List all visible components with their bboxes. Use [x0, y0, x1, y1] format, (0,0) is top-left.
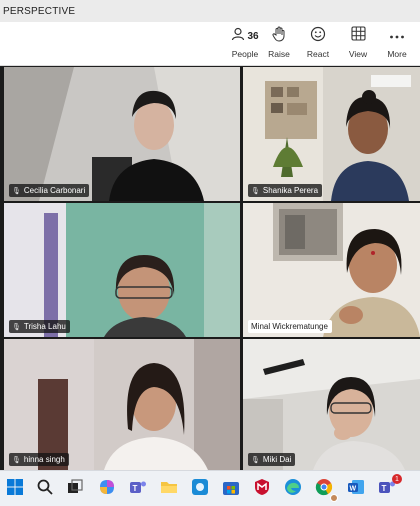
video-tile[interactable]: 🎙 Shanika Perera — [243, 67, 420, 201]
task-view-icon — [67, 478, 83, 500]
windows-taskbar: T W T 1 — [0, 470, 420, 506]
video-feed — [243, 67, 420, 201]
people-icon — [231, 27, 245, 46]
store-button[interactable] — [219, 477, 243, 501]
video-feed — [4, 339, 240, 470]
react-label: React — [306, 49, 330, 59]
teams-button[interactable]: T 1 — [375, 474, 402, 501]
video-feed — [4, 203, 240, 337]
video-tile[interactable]: 🎙 Miki Dai — [243, 339, 420, 470]
mic-off-icon: 🎙 — [251, 187, 260, 195]
more-label: More — [387, 49, 407, 59]
raise-label: Raise — [268, 49, 290, 59]
notification-badge: 1 — [392, 474, 402, 484]
participant-name-badge: Minal Wickrematunge — [248, 320, 332, 333]
raise-hand-icon — [272, 26, 286, 47]
people-label: People — [231, 49, 259, 59]
video-tile[interactable]: 🎙 hinna singh — [4, 339, 240, 470]
window-titlebar: PERSPECTIVE — [0, 0, 420, 22]
participant-name-badge: 🎙 hinna singh — [9, 453, 69, 466]
participant-name-badge: 🎙 Shanika Perera — [248, 184, 323, 197]
chrome-button[interactable] — [312, 477, 338, 502]
meeting-toolbar: 36 People Raise React View More — [0, 22, 420, 66]
word-button[interactable]: W — [344, 477, 368, 501]
mcafee-shield-icon — [254, 478, 270, 501]
svg-text:T: T — [382, 484, 387, 493]
participant-name-badge: 🎙 Trisha Lahu — [9, 320, 70, 333]
mic-off-icon: 🎙 — [12, 187, 21, 195]
react-button[interactable]: React — [298, 26, 338, 62]
video-feed — [243, 339, 420, 470]
mcafee-button[interactable] — [250, 477, 274, 501]
mic-off-icon: 🎙 — [12, 323, 21, 331]
chrome-profile-avatar — [330, 494, 338, 502]
view-label: View — [348, 49, 368, 59]
windows-logo-icon — [7, 478, 23, 500]
video-tile[interactable]: Minal Wickrematunge — [243, 203, 420, 337]
mic-off-icon: 🎙 — [12, 456, 21, 464]
more-dots-icon — [389, 27, 405, 45]
start-button[interactable] — [3, 477, 27, 501]
video-tile[interactable]: 🎙 Cecilia Carbonari — [4, 67, 240, 201]
video-tile[interactable]: 🎙 Trisha Lahu — [4, 203, 240, 337]
app-button[interactable] — [188, 477, 212, 501]
teams-chat-icon: T — [129, 478, 147, 501]
participant-name-badge: 🎙 Cecilia Carbonari — [9, 184, 90, 197]
file-explorer-button[interactable] — [157, 477, 181, 501]
mic-off-icon: 🎙 — [251, 456, 260, 464]
svg-text:W: W — [350, 485, 357, 492]
teams-chat-button[interactable]: T — [126, 477, 150, 501]
window-title: PERSPECTIVE — [3, 5, 76, 17]
edge-icon — [284, 478, 302, 501]
view-button[interactable]: View — [338, 26, 378, 62]
task-view-button[interactable] — [63, 477, 87, 501]
more-button[interactable]: More — [377, 26, 417, 62]
copilot-button[interactable] — [95, 477, 119, 501]
svg-text:T: T — [133, 484, 138, 493]
copilot-icon — [98, 478, 116, 501]
people-count: 36 — [247, 30, 259, 42]
raise-hand-button[interactable]: Raise — [259, 26, 299, 62]
video-feed — [243, 203, 420, 337]
word-icon: W — [347, 478, 365, 501]
app-icon — [191, 478, 209, 501]
search-button[interactable] — [33, 477, 57, 501]
folder-icon — [160, 479, 178, 500]
video-feed — [4, 67, 240, 201]
participant-name-badge: 🎙 Miki Dai — [248, 453, 296, 466]
video-grid: 🎙 Cecilia Carbonari 🎙 Shanika Perera 🎙 T… — [0, 67, 420, 470]
edge-button[interactable] — [281, 477, 305, 501]
smiley-icon — [310, 26, 326, 47]
microsoft-store-icon — [222, 478, 240, 501]
search-icon — [37, 479, 53, 500]
grid-view-icon — [350, 26, 366, 46]
